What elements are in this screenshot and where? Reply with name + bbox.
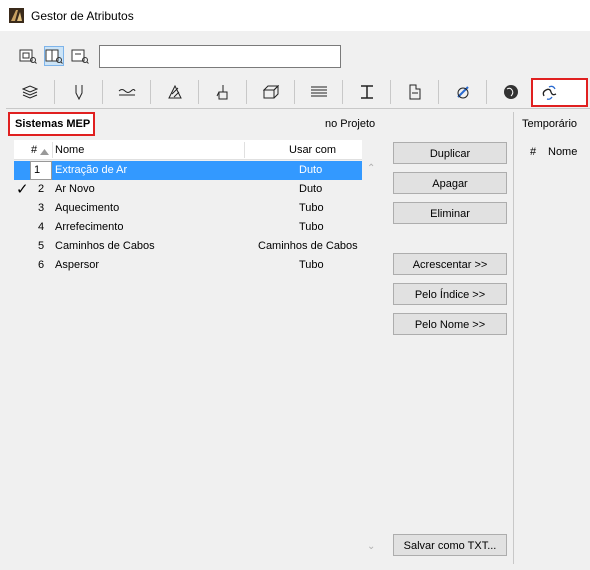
- scroll-down-icon[interactable]: ⌄: [367, 541, 375, 552]
- profile-icon: [360, 85, 373, 99]
- view-compare-icon: [71, 49, 89, 64]
- attribute-list[interactable]: # Nome Usar com 1 Extração de Ar Duto ✓ …: [14, 140, 362, 560]
- paint-icon: [216, 85, 227, 100]
- tab-zones[interactable]: [390, 80, 438, 104]
- row-usewith: Tubo: [299, 221, 324, 233]
- tab-lines[interactable]: [102, 80, 150, 104]
- check-mark-icon: ✓: [16, 181, 29, 198]
- table-row[interactable]: 6 Aspersor Tubo: [14, 256, 362, 275]
- right-location-label: Temporário: [522, 118, 578, 130]
- tab-layers[interactable]: [6, 80, 54, 104]
- row-num: 1: [30, 161, 52, 180]
- by-index-button[interactable]: Pelo Índice >>: [393, 283, 507, 305]
- row-name: Ar Novo: [55, 183, 95, 195]
- surface-icon: [456, 86, 469, 99]
- tab-building-materials[interactable]: [246, 80, 294, 104]
- row-name: Aquecimento: [55, 202, 120, 214]
- attribute-tabstrip: [6, 80, 590, 104]
- composite-icon: [310, 86, 327, 97]
- row-usewith: Duto: [299, 164, 323, 176]
- duplicate-button[interactable]: Duplicar: [393, 142, 507, 164]
- row-usewith: Caminhos de Cabos: [258, 240, 358, 252]
- append-button[interactable]: Acrescentar >>: [393, 253, 507, 275]
- sort-ascending-icon: [40, 146, 49, 158]
- row-num: 3: [38, 202, 45, 214]
- fill-icon: [167, 85, 182, 99]
- title-bar: Gestor de Atributos: [0, 0, 590, 31]
- delete-button[interactable]: Apagar: [393, 172, 507, 194]
- section-title: Sistemas MEP: [8, 112, 95, 136]
- view-compare-button[interactable]: [70, 46, 90, 66]
- row-name: Extração de Ar: [55, 164, 128, 176]
- column-usewith-header[interactable]: Usar com: [289, 144, 336, 156]
- tab-surfaces[interactable]: [198, 80, 246, 104]
- left-location-label: no Projeto: [325, 118, 376, 130]
- tab-markup[interactable]: [486, 80, 534, 104]
- view-split-button[interactable]: [44, 46, 64, 66]
- view-single-button[interactable]: [18, 46, 38, 66]
- globe-icon: [503, 85, 518, 99]
- row-num: 2: [38, 183, 45, 195]
- column-name-header[interactable]: Nome: [55, 144, 84, 156]
- remove-button[interactable]: Eliminar: [393, 202, 507, 224]
- layers-icon: [22, 85, 38, 99]
- save-txt-button[interactable]: Salvar como TXT...: [393, 534, 507, 556]
- row-name: Aspersor: [55, 259, 100, 271]
- column-num-header[interactable]: #: [31, 144, 37, 156]
- view-single-icon: [19, 49, 37, 64]
- column-separator: [52, 142, 53, 158]
- search-input[interactable]: [99, 45, 341, 68]
- zone-icon: [409, 84, 420, 100]
- row-num: 5: [38, 240, 45, 252]
- panel-divider: [513, 112, 514, 564]
- table-row[interactable]: 1 Extração de Ar Duto: [14, 161, 362, 180]
- tab-profiles[interactable]: [342, 80, 390, 104]
- tab-surfaces-2[interactable]: [438, 80, 486, 104]
- row-name: Caminhos de Cabos: [55, 240, 155, 252]
- building-material-icon: [262, 85, 279, 99]
- app-icon: [9, 8, 24, 23]
- row-usewith: Tubo: [299, 259, 324, 271]
- table-row[interactable]: ✓ 2 Ar Novo Duto: [14, 180, 362, 199]
- row-usewith: Tubo: [299, 202, 324, 214]
- table-row[interactable]: 5 Caminhos de Cabos Caminhos de Cabos: [14, 237, 362, 256]
- by-name-button[interactable]: Pelo Nome >>: [393, 313, 507, 335]
- right-column-name-header[interactable]: Nome: [548, 146, 577, 158]
- view-split-icon: [45, 49, 63, 64]
- tab-fills[interactable]: [150, 80, 198, 104]
- tab-pens[interactable]: [54, 80, 102, 104]
- table-row[interactable]: 3 Aquecimento Tubo: [14, 199, 362, 218]
- row-num: 4: [38, 221, 45, 233]
- column-separator: [244, 142, 245, 158]
- tab-composites[interactable]: [294, 80, 342, 104]
- scroll-up-icon[interactable]: ⌃: [367, 163, 375, 174]
- row-usewith: Duto: [299, 183, 323, 195]
- line-icon: [118, 89, 135, 96]
- right-column-num-header[interactable]: #: [530, 146, 536, 158]
- row-num: 6: [38, 259, 45, 271]
- window-title: Gestor de Atributos: [31, 9, 134, 23]
- tab-mep-systems[interactable]: [531, 78, 588, 107]
- mep-systems-icon: [542, 85, 557, 100]
- pen-icon: [75, 85, 82, 100]
- divider: [6, 108, 590, 109]
- row-name: Arrefecimento: [55, 221, 124, 233]
- list-header: # Nome Usar com: [14, 140, 362, 160]
- table-row[interactable]: 4 Arrefecimento Tubo: [14, 218, 362, 237]
